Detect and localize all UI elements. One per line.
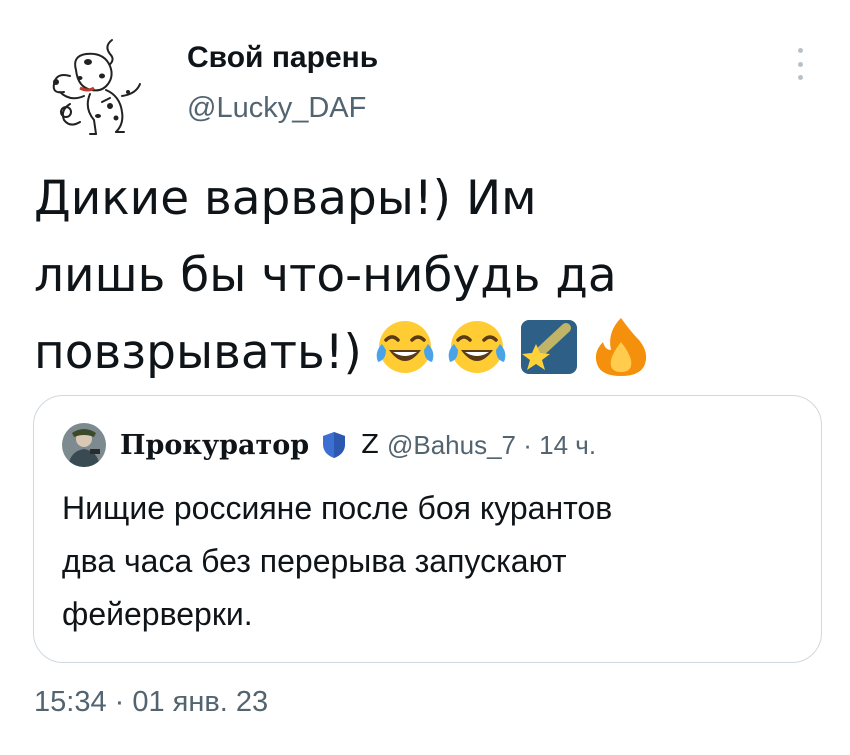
quoted-author-name: Прокуратор — [120, 429, 310, 461]
tweet: Свой парень @Lucky_DAF Дикие варвары!) И… — [0, 0, 850, 755]
quoted-tweet-header: Прокуратор Z @Bahus_7 · 14 ч. — [62, 422, 596, 468]
quoted-tweet-text: Нищие россияне после боя курантов два ча… — [62, 482, 812, 641]
tweet-text-line: лишь бы что-нибудь да — [34, 248, 617, 303]
z-symbol: Z — [361, 430, 379, 460]
quoted-text-line: Нищие россияне после боя курантов — [62, 490, 613, 526]
more-dot — [797, 48, 803, 53]
author-display-name[interactable]: Свой парень — [187, 41, 378, 75]
author-avatar[interactable] — [40, 32, 152, 144]
shooting-star-icon — [520, 320, 577, 374]
quoted-avatar-icon — [62, 423, 106, 467]
quoted-author-avatar — [62, 423, 106, 467]
face-with-tears-of-joy-icon — [448, 321, 506, 373]
tweet-timestamp[interactable]: 15:34 · 01 янв. 23 — [34, 686, 268, 719]
quoted-tweet[interactable]: Прокуратор Z @Bahus_7 · 14 ч. Нищие росс… — [33, 395, 822, 663]
tweet-text-line-with-emojis: повзрывать!) — [34, 314, 794, 391]
more-dot — [797, 75, 803, 80]
emoji-group — [372, 314, 654, 380]
more-dot — [797, 61, 803, 67]
dalmatian-puppy-icon — [52, 39, 141, 135]
author-handle[interactable]: @Lucky_DAF — [187, 92, 366, 125]
tweet-text-line: Дикие варвары!) Им — [34, 171, 537, 226]
quoted-text-line: фейерверки. — [62, 596, 253, 632]
face-with-tears-of-joy-icon — [376, 321, 434, 373]
quoted-handle-and-time: @Bahus_7 · 14 ч. — [386, 429, 597, 460]
tweet-text-line: повзрывать!) — [34, 325, 362, 380]
quoted-text-line: два часа без перерыва запускают — [62, 543, 567, 579]
tweet-text: Дикие варвары!) Им лишь бы что-нибудь да… — [34, 160, 794, 391]
shield-icon — [323, 432, 346, 458]
fire-icon — [595, 318, 647, 376]
more-options-icon[interactable] — [790, 44, 810, 84]
